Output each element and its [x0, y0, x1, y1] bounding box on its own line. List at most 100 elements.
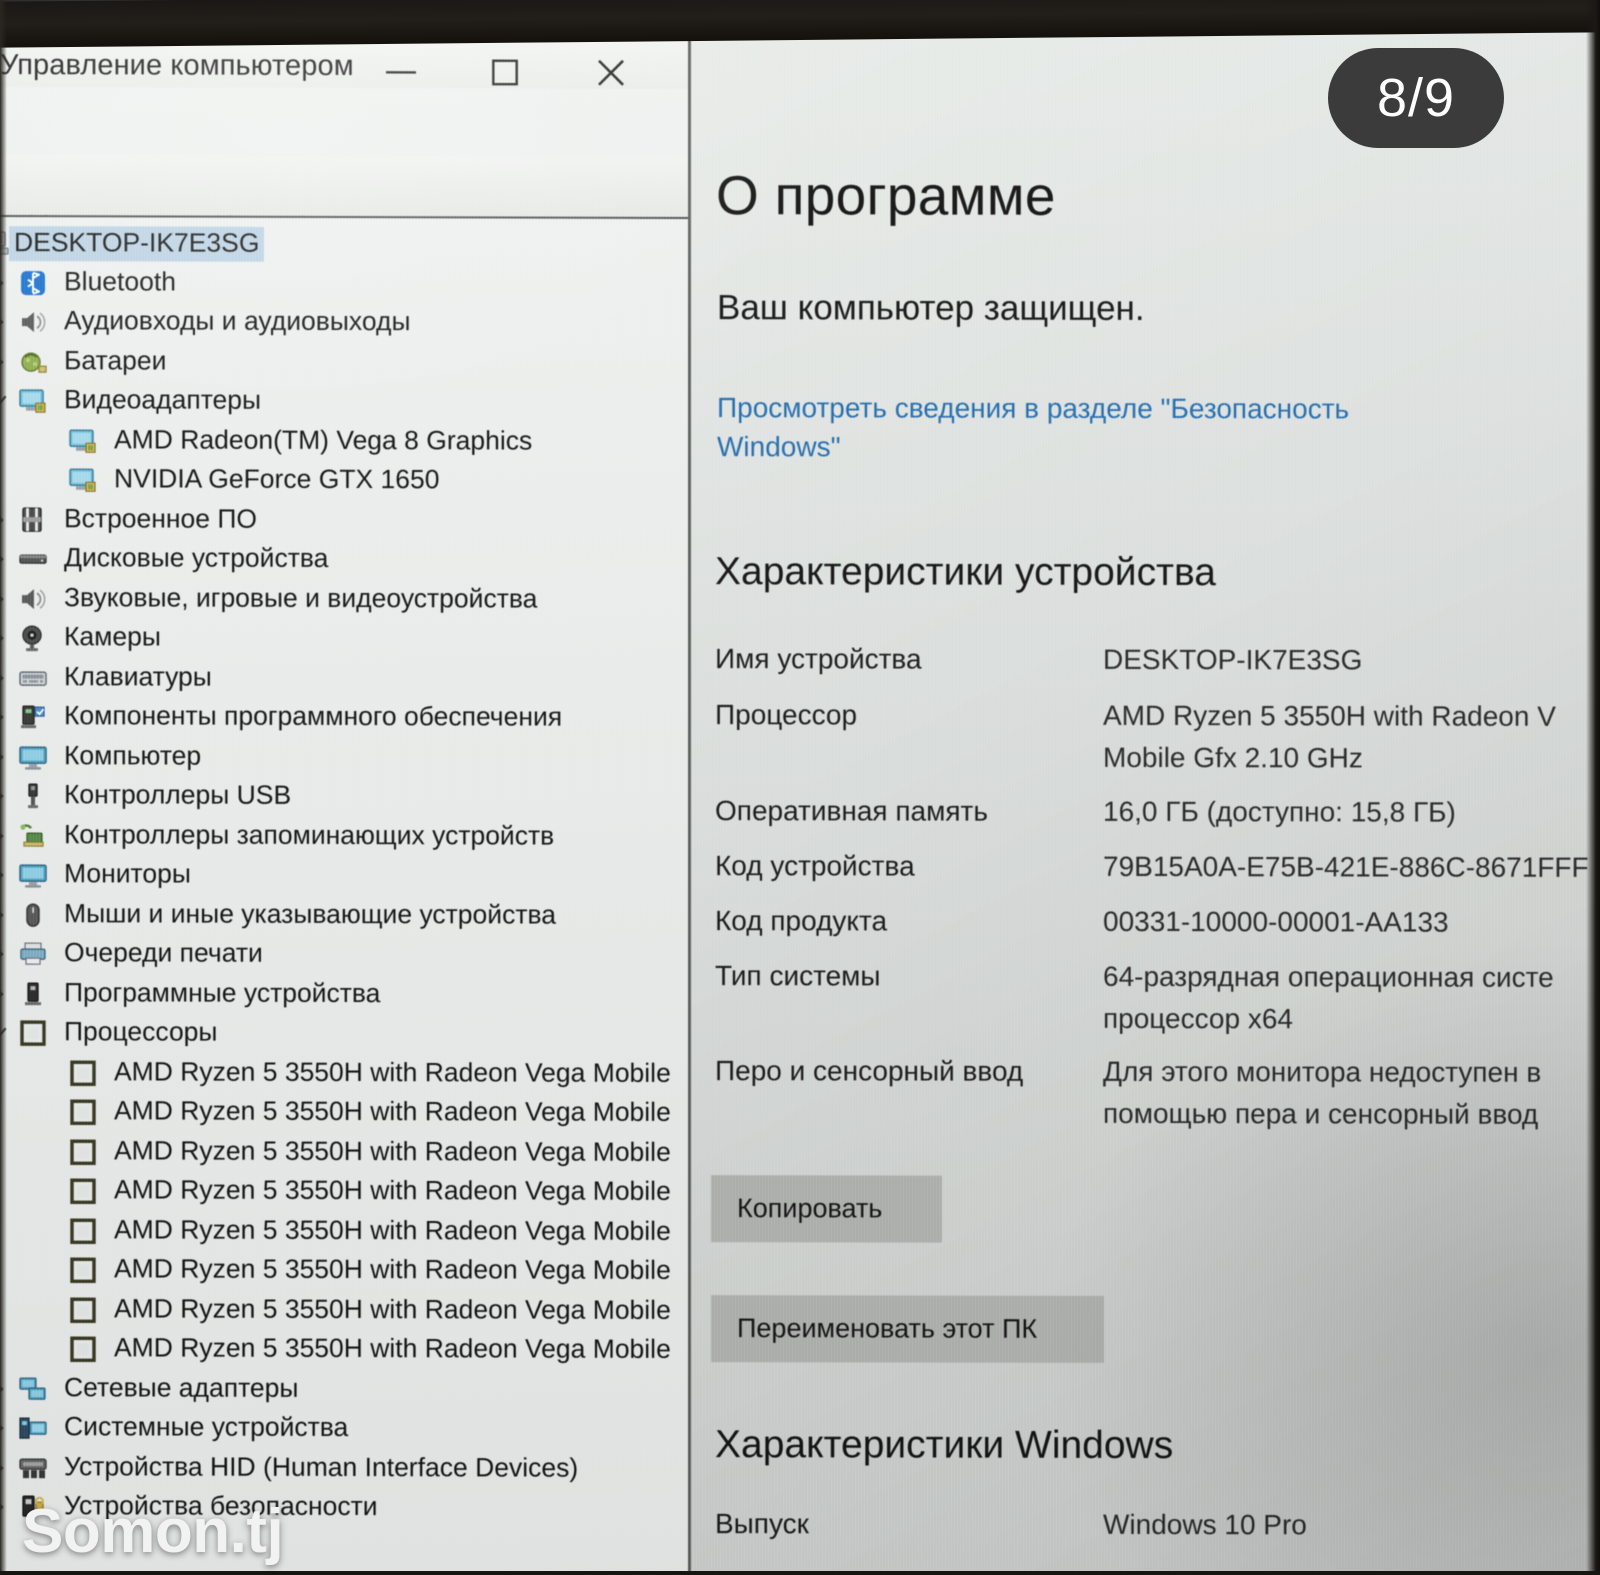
tree-item[interactable]: Системные устройства — [0, 1408, 688, 1450]
tree-item[interactable]: Аудиовходы и аудиовыходы — [0, 302, 688, 344]
spec-value: AMD Ryzen 5 3550H with Radeon V — [1103, 699, 1556, 732]
tree-item[interactable]: Программные устройства — [0, 974, 688, 1016]
spec-label: Перо и сенсорный ввод — [715, 1055, 1024, 1087]
image-pager-badge: 8/9 — [1328, 48, 1504, 148]
software-component-icon — [18, 702, 48, 732]
tree-item[interactable]: Компоненты программного обеспечения — [0, 697, 688, 739]
tree-item[interactable]: Мониторы — [0, 855, 688, 897]
rename-pc-button[interactable]: Переименовать этот ПК — [711, 1295, 1104, 1363]
tree-item[interactable]: Устройства HID (Human Interface Devices) — [0, 1448, 688, 1490]
spec-label: Имя устройства — [715, 643, 922, 675]
tree-item[interactable]: Контроллеры запоминающих устройств — [0, 816, 688, 858]
tree-item-label: Программные устройства — [64, 977, 381, 1009]
tree-item-label: AMD Ryzen 5 3550H with Radeon Vega Mobil… — [114, 1095, 671, 1127]
tree-item-label: Очереди печати — [64, 937, 263, 968]
windows-spec-label: Выпуск — [715, 1508, 809, 1540]
tree-item[interactable]: Процессоры — [0, 1013, 688, 1055]
monitor-bezel-bottom — [0, 1571, 1600, 1575]
windows-spec-value: Windows 10 Pro — [1103, 1508, 1307, 1541]
tree-item[interactable]: Звуковые, игровые и видеоустройства — [0, 579, 688, 621]
tree-item[interactable]: DESKTOP-IK7E3SG — [0, 223, 688, 265]
network-adapter-icon — [18, 1374, 48, 1404]
tree-item-label: Аудиовходы и аудиовыходы — [64, 305, 411, 337]
site-watermark: Somon.tj — [22, 1497, 284, 1566]
tree-item[interactable]: Видеоадаптеры — [0, 381, 688, 423]
minimize-button[interactable] — [372, 52, 430, 92]
battery-icon — [18, 347, 48, 377]
monitor-bezel-left — [0, 0, 7, 1575]
tree-item[interactable]: AMD Ryzen 5 3550H with Radeon Vega Mobil… — [0, 1211, 688, 1253]
spec-value-continued: Mobile Gfx 2.10 GHz — [1103, 741, 1363, 774]
tree-item[interactable]: AMD Ryzen 5 3550H with Radeon Vega Mobil… — [0, 1053, 688, 1095]
tree-item-label: Дисковые устройства — [64, 542, 329, 573]
processor-icon — [68, 1176, 98, 1206]
tree-item[interactable]: Контроллеры USB — [0, 776, 688, 818]
disk-drive-icon — [18, 544, 48, 574]
keyboard-icon — [18, 663, 48, 693]
bluetooth-icon — [18, 268, 48, 298]
spec-label: Тип системы — [715, 960, 881, 992]
tree-item[interactable]: Компьютер — [0, 737, 688, 779]
tree-item-label: NVIDIA GeForce GTX 1650 — [114, 463, 440, 495]
menu-bar: йл Действие Вид Справка — [0, 99, 688, 218]
windows-specs-heading: Характеристики Windows — [715, 1423, 1174, 1468]
close-button[interactable] — [582, 53, 640, 93]
device-specs-heading: Характеристики устройства — [715, 550, 1216, 595]
tree-item[interactable]: AMD Ryzen 5 3550H with Radeon Vega Mobil… — [0, 1290, 688, 1332]
protection-status: Ваш компьютер защищен. — [717, 288, 1145, 328]
tree-item[interactable]: Сетевые адаптеры — [0, 1369, 688, 1411]
speaker-icon — [18, 307, 48, 337]
processor-icon — [68, 1137, 98, 1167]
processor-icon — [68, 1334, 98, 1364]
tree-item[interactable]: AMD Ryzen 5 3550H with Radeon Vega Mobil… — [0, 1092, 688, 1134]
tree-item-label: Процессоры — [64, 1016, 218, 1047]
hid-icon — [18, 1453, 48, 1483]
tree-item[interactable]: Мыши и иные указывающие устройства — [0, 895, 688, 937]
tree-item-label: Системные устройства — [64, 1411, 349, 1443]
tree-item[interactable]: Камеры — [0, 618, 688, 660]
processor-icon — [68, 1097, 98, 1127]
copy-button[interactable]: Копировать — [711, 1175, 942, 1243]
tree-item[interactable]: AMD Ryzen 5 3550H with Radeon Vega Mobil… — [0, 1171, 688, 1213]
spec-label: Процессор — [715, 699, 858, 731]
tree-item[interactable]: Встроенное ПО — [0, 500, 688, 542]
tree-item[interactable]: Очереди печати — [0, 934, 688, 976]
spec-value: 79B15A0A-E75B-421E-886C-8671FFF — [1103, 850, 1589, 883]
spec-value-continued: помощью пера и сенсорный ввод — [1103, 1097, 1539, 1130]
tree-item-label: AMD Ryzen 5 3550H with Radeon Vega Mobil… — [114, 1332, 671, 1364]
display-adapter-icon — [68, 426, 98, 456]
tree-item[interactable]: AMD Ryzen 5 3550H with Radeon Vega Mobil… — [0, 1329, 688, 1371]
spec-value: DESKTOP-IK7E3SG — [1103, 643, 1363, 676]
maximize-button[interactable] — [476, 52, 534, 92]
about-settings-page: О программе Ваш компьютер защищен. Просм… — [691, 23, 1600, 1575]
tree-item-label: Камеры — [64, 621, 161, 652]
tree-item-label: AMD Ryzen 5 3550H with Radeon Vega Mobil… — [114, 1135, 671, 1167]
tree-item-label: Встроенное ПО — [64, 503, 258, 534]
tree-item-label: Bluetooth — [64, 266, 176, 297]
tree-item[interactable]: AMD Ryzen 5 3550H with Radeon Vega Mobil… — [0, 1250, 688, 1292]
spec-label: Код устройства — [715, 850, 915, 882]
software-device-icon — [18, 979, 48, 1009]
window-title: Управление компьютером — [0, 49, 354, 83]
tree-item-label: DESKTOP-IK7E3SG — [9, 226, 265, 262]
tree-item[interactable]: NVIDIA GeForce GTX 1650 — [0, 460, 688, 502]
tree-item-label: Клавиатуры — [64, 661, 212, 692]
spec-value: 16,0 ГБ (доступно: 15,8 ГБ) — [1103, 795, 1456, 828]
windows-security-link[interactable]: Просмотреть сведения в разделе "Безопасн… — [717, 388, 1417, 467]
system-device-icon — [18, 1413, 48, 1443]
printer-icon — [18, 939, 48, 969]
tree-item[interactable]: Батареи — [0, 342, 688, 384]
spec-label: Оперативная память — [715, 795, 988, 827]
tree-item[interactable]: Bluetooth — [0, 263, 688, 305]
tree-item[interactable]: Клавиатуры — [0, 658, 688, 700]
tree-item-label: Устройства HID (Human Interface Devices) — [64, 1451, 579, 1483]
spec-value: Для этого монитора недоступен в — [1103, 1055, 1542, 1088]
device-tree[interactable]: DESKTOP-IK7E3SG Bluetooth Аудиовходы и ауд… — [0, 221, 688, 1575]
tree-item-label: Контроллеры запоминающих устройств — [64, 819, 555, 851]
screen-content: Управление компьютером йл Действие Вид С… — [0, 0, 1600, 1575]
tree-item[interactable]: Дисковые устройства — [0, 539, 688, 581]
tree-item-label: Сетевые адаптеры — [64, 1372, 299, 1403]
window-divider — [688, 24, 691, 1575]
tree-item[interactable]: AMD Radeon(TM) Vega 8 Graphics — [0, 421, 688, 463]
tree-item[interactable]: AMD Ryzen 5 3550H with Radeon Vega Mobil… — [0, 1132, 688, 1174]
